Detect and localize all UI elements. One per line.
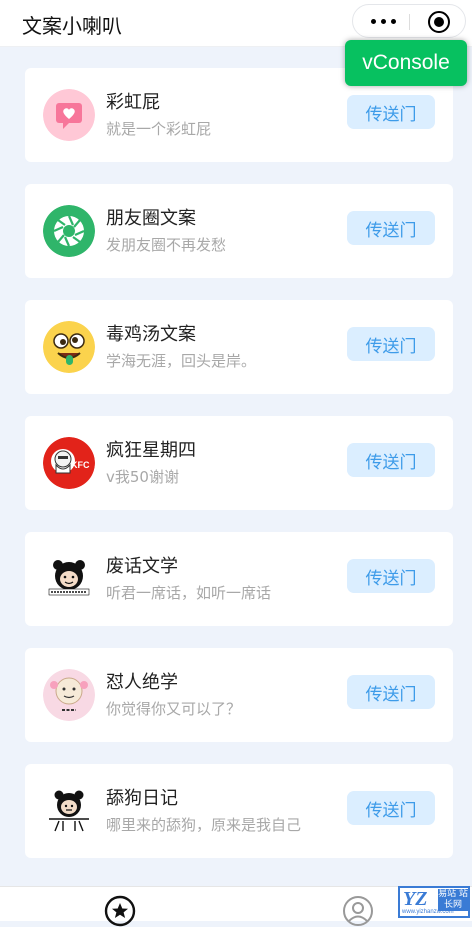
watermark-brand: YZ: [403, 888, 428, 910]
list-item-feihua[interactable]: 废话文学 听君一席话，如听一席话 传送门: [25, 532, 453, 626]
capsule-divider: [409, 14, 410, 30]
portal-button[interactable]: 传送门: [347, 675, 435, 709]
item-subtitle: 发朋友圈不再发愁: [106, 236, 227, 254]
item-subtitle: 哪里来的舔狗，原来是我自己: [106, 816, 302, 834]
list-item-kfc-thursday[interactable]: KFC 疯狂星期四 v我50谢谢 传送门: [25, 416, 453, 510]
list-item-pengyouquan[interactable]: 朋友圈文案 发朋友圈不再发愁 传送门: [25, 184, 453, 278]
item-title: 舔狗日记: [106, 788, 178, 809]
site-watermark-logo: YZ 易站 站长网 www.yizhanzw.com: [398, 886, 470, 918]
item-title: 朋友圈文案: [106, 208, 196, 229]
item-subtitle: 学海无涯，回头是岸。: [106, 352, 257, 370]
portal-button[interactable]: 传送门: [347, 443, 435, 477]
copywriting-list: 彩虹屁 就是一个彩虹屁 传送门 朋友圈文案 发朋友圈不再发愁 传送门 毒鸡汤文案…: [25, 68, 453, 880]
item-subtitle: 就是一个彩虹屁: [106, 120, 212, 138]
portal-button[interactable]: 传送门: [347, 211, 435, 245]
user-icon[interactable]: [342, 895, 374, 927]
mini-program-capsule: [352, 4, 466, 38]
item-title: 疯狂星期四: [106, 440, 196, 461]
page-title: 文案小喇叭: [22, 14, 122, 38]
list-item-dujitang[interactable]: 毒鸡汤文案 学海无涯，回头是岸。 传送门: [25, 300, 453, 394]
list-item-duiren[interactable]: 怼人绝学 你觉得你又可以了？ 传送门: [25, 648, 453, 742]
heart-message-icon: [43, 89, 95, 141]
crazy-face-icon: [43, 321, 95, 373]
watermark-cn: 易站 站长网: [438, 889, 468, 911]
portal-button[interactable]: 传送门: [347, 95, 435, 129]
meme-face-icon: [43, 553, 95, 605]
item-subtitle: 听君一席话，如听一席话: [106, 584, 272, 602]
svg-text:KFC: KFC: [71, 460, 90, 470]
meme-face-icon: [43, 785, 95, 837]
portal-button[interactable]: 传送门: [347, 791, 435, 825]
vconsole-button[interactable]: vConsole: [345, 40, 467, 86]
meme-face-icon: [43, 669, 95, 721]
star-icon[interactable]: [104, 895, 136, 927]
list-item-tiangou[interactable]: 舔狗日记 哪里来的舔狗，原来是我自己 传送门: [25, 764, 453, 858]
watermark-url: www.yizhanzw.com: [402, 909, 454, 915]
item-title: 怼人绝学: [106, 672, 178, 693]
item-title: 毒鸡汤文案: [106, 324, 196, 345]
item-subtitle: 你觉得你又可以了？: [106, 700, 242, 718]
camera-shutter-icon: [43, 205, 95, 257]
item-title: 废话文学: [106, 556, 178, 577]
item-subtitle: v我50谢谢: [106, 468, 179, 486]
portal-button[interactable]: 传送门: [347, 559, 435, 593]
close-mini-program-icon[interactable]: [428, 11, 450, 33]
kfc-logo-icon: KFC: [43, 437, 95, 489]
item-title: 彩虹屁: [106, 92, 160, 113]
more-options-icon[interactable]: [371, 14, 397, 28]
portal-button[interactable]: 传送门: [347, 327, 435, 361]
